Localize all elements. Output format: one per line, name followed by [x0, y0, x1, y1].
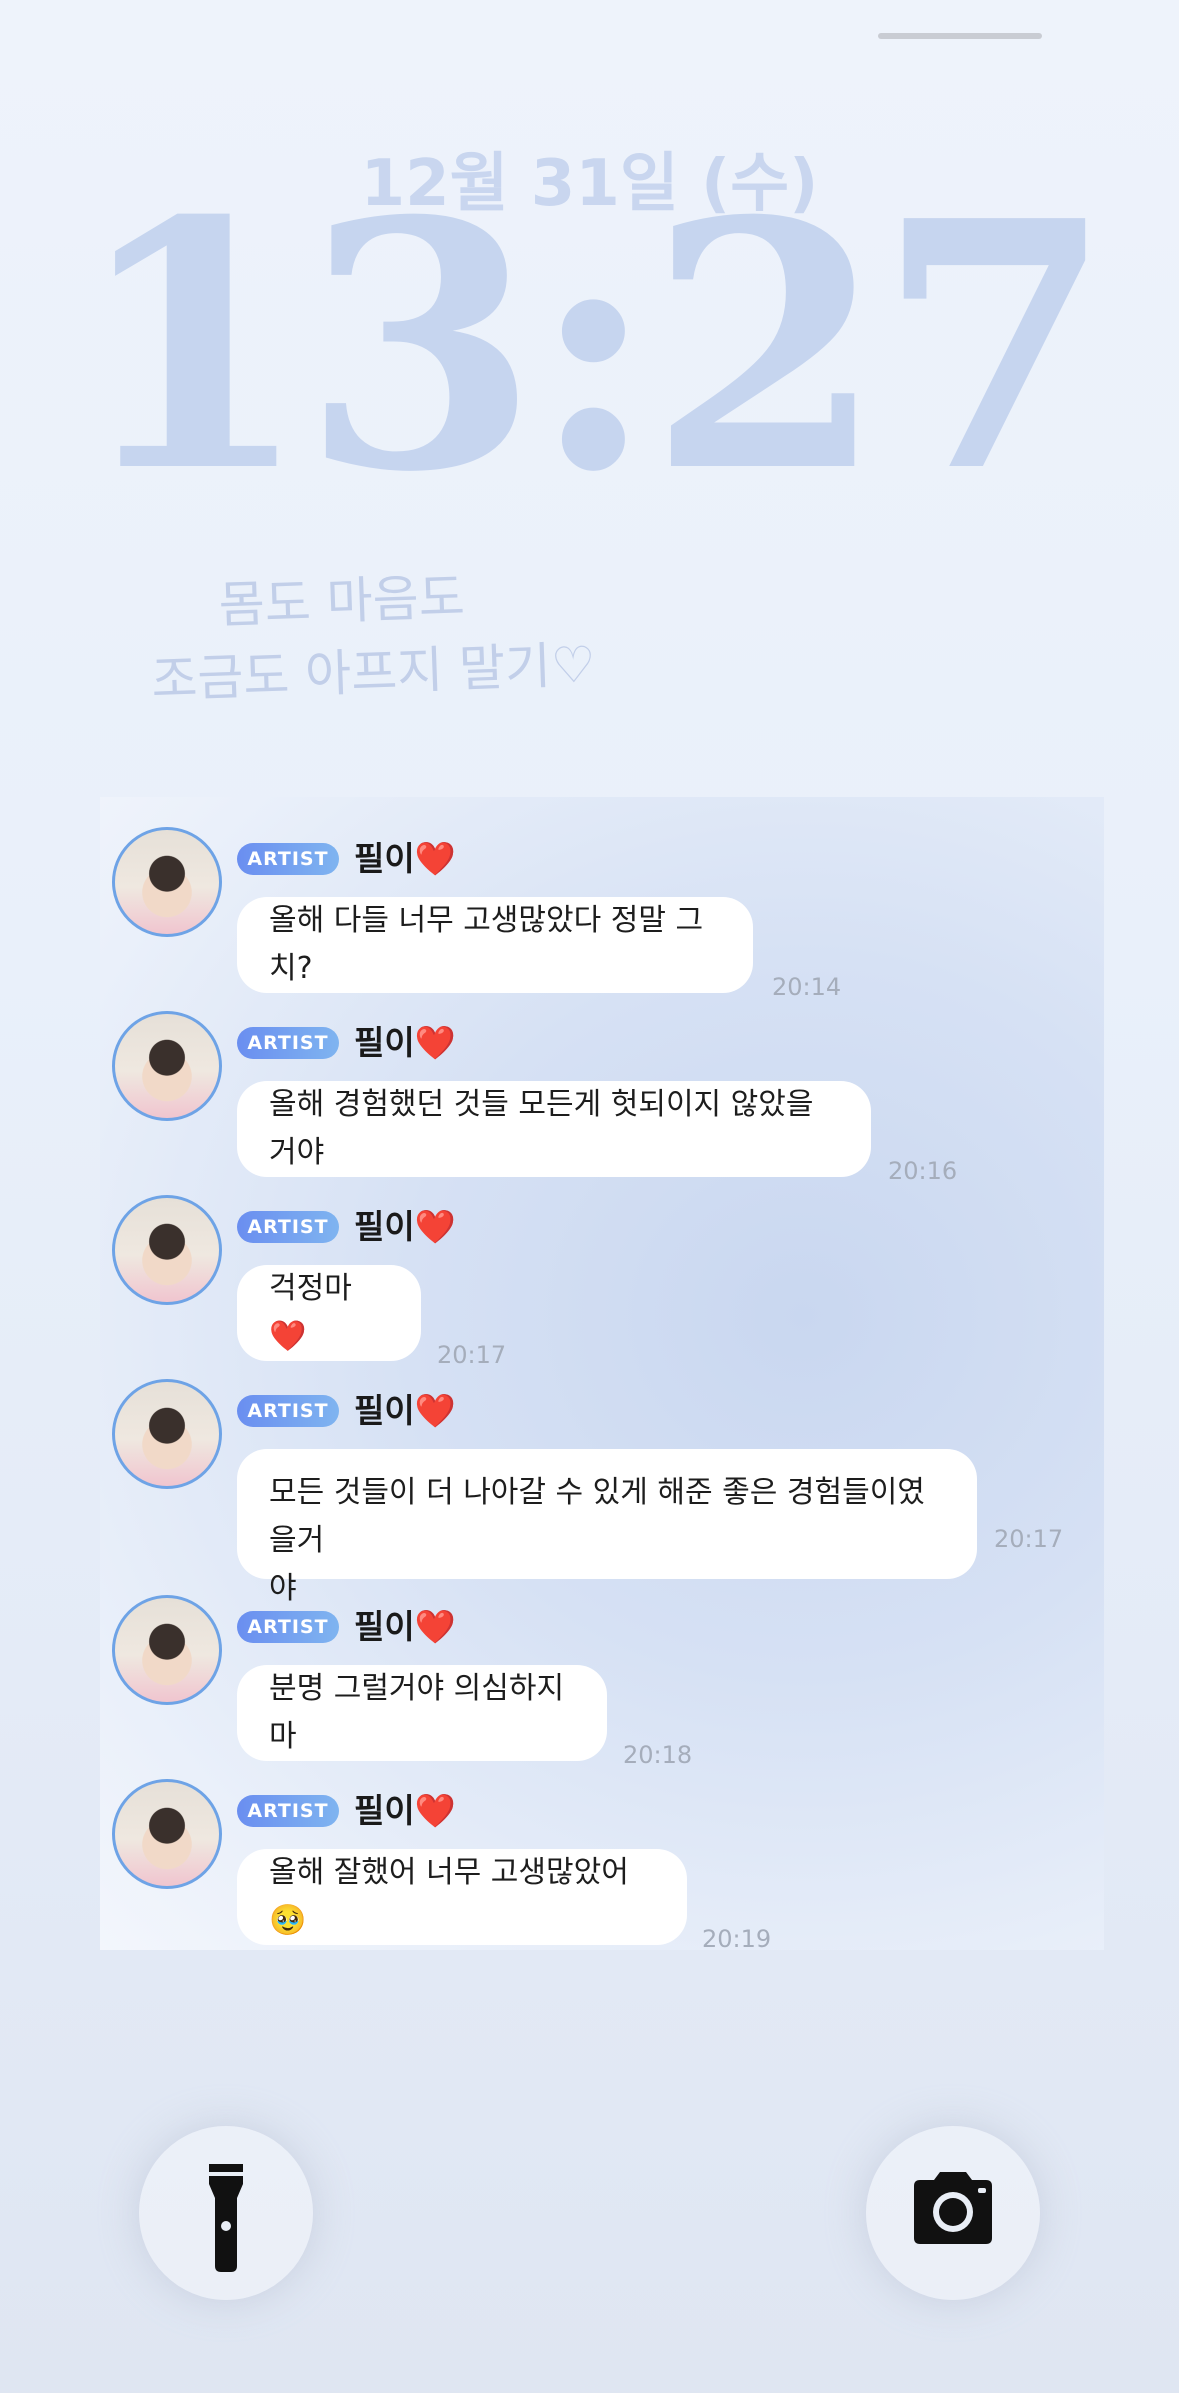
message-bubble: 올해 경험했던 것들 모든게 헛되이지 않았을거야: [237, 1081, 871, 1177]
sender-name: 필이❤️: [354, 1391, 456, 1430]
lockscreen-time: 13:27: [73, 148, 1114, 547]
sender-name: 필이❤️: [354, 1607, 456, 1646]
artist-badge: ARTIST: [237, 1395, 339, 1427]
artist-badge: ARTIST: [237, 1611, 339, 1643]
camera-button[interactable]: [866, 2126, 1040, 2300]
sender-name: 필이❤️: [354, 1791, 456, 1830]
message-bubble: 걱정마❤️: [237, 1265, 421, 1361]
flashlight-button[interactable]: [139, 2126, 313, 2300]
avatar: [112, 827, 222, 937]
message-time: 20:19: [702, 1925, 772, 1953]
widget-line-2: 조금도 아프지 말기♡: [150, 635, 597, 709]
artist-badge: ARTIST: [237, 1211, 339, 1243]
message-time: 20:17: [437, 1341, 507, 1369]
avatar: [112, 1779, 222, 1889]
flashlight-icon: [209, 2164, 243, 2272]
message-time: 20:16: [888, 1157, 958, 1185]
sender-name: 필이❤️: [354, 1023, 456, 1062]
artist-badge: ARTIST: [237, 1795, 339, 1827]
avatar: [112, 1011, 222, 1121]
message-bubble: 올해 다들 너무 고생많았다 정말 그치?: [237, 897, 753, 993]
avatar: [112, 1195, 222, 1305]
message-time: 20:17: [994, 1525, 1064, 1553]
artist-badge: ARTIST: [237, 1027, 339, 1059]
avatar: [112, 1595, 222, 1705]
handwritten-widget: 몸도 마음도 조금도 아프지 말기♡: [148, 558, 597, 716]
sender-name: 필이❤️: [354, 839, 456, 878]
widget-line-1: 몸도 마음도: [217, 567, 466, 635]
top-indicator: [878, 33, 1042, 39]
message-time: 20:14: [772, 973, 842, 1001]
message-bubble: 분명 그럴거야 의심하지마: [237, 1665, 607, 1761]
chat-screenshot-wallpaper: ARTIST 필이❤️ 올해 다들 너무 고생많았다 정말 그치? 20:14 …: [100, 797, 1104, 1953]
sender-name: 필이❤️: [354, 1207, 456, 1246]
message-bubble: 모든 것들이 더 나아갈 수 있게 해준 좋은 경험들이였을거 야: [237, 1449, 977, 1606]
artist-badge: ARTIST: [237, 843, 339, 875]
camera-icon: [914, 2172, 992, 2244]
message-text-line-2: 야: [269, 1571, 297, 1606]
message-text-line-1: 모든 것들이 더 나아갈 수 있게 해준 좋은 경험들이였을거: [269, 1475, 925, 1558]
message-time: 20:18: [623, 1741, 693, 1769]
avatar: [112, 1379, 222, 1489]
message-bubble: 올해 잘했어 너무 고생많았어🥹: [237, 1849, 687, 1945]
